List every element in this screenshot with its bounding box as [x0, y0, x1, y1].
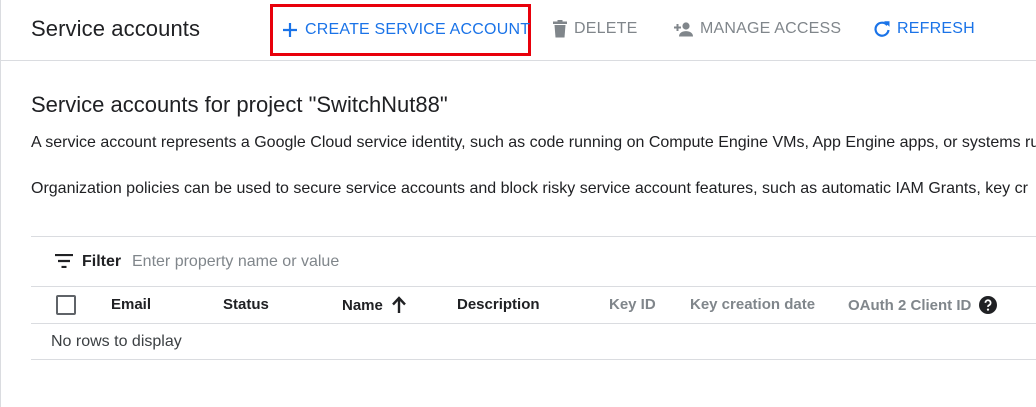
arrow-up-icon[interactable] — [391, 296, 407, 314]
filter-label: Filter — [82, 253, 122, 270]
refresh-button-label: REFRESH — [897, 19, 975, 37]
section-title: Service accounts for project "SwitchNut8… — [31, 92, 448, 117]
left-border — [0, 0, 1, 407]
refresh-icon — [873, 20, 891, 38]
manage-access-label: MANAGE ACCESS — [700, 19, 842, 37]
column-header-status[interactable]: Status — [223, 296, 269, 313]
delete-button-label: DELETE — [574, 19, 638, 37]
page-title: Service accounts — [31, 16, 201, 41]
column-header-name[interactable]: Name — [342, 296, 407, 314]
empty-state-row: No rows to display — [31, 324, 1036, 360]
column-header-email[interactable]: Email — [111, 296, 151, 313]
plus-icon — [281, 21, 299, 39]
column-header-oauth-client-id: OAuth 2 Client ID — [848, 296, 998, 314]
help-icon[interactable] — [979, 296, 998, 314]
column-header-oauth-label: OAuth 2 Client ID — [848, 296, 972, 314]
filter-icon[interactable] — [55, 253, 73, 273]
delete-button[interactable]: DELETE — [552, 0, 637, 57]
description-service-account: A service account represents a Google Cl… — [31, 134, 1036, 151]
service-accounts-page: Service accounts CREATE SERVICE ACCOUNT … — [0, 0, 1036, 407]
trash-icon — [552, 19, 568, 38]
select-all-checkbox[interactable] — [56, 295, 76, 315]
column-header-name-label: Name — [342, 296, 383, 314]
page-header: Service accounts CREATE SERVICE ACCOUNT … — [0, 0, 1036, 61]
table-header-row: Email Status Name Description Key ID Key… — [31, 287, 1036, 324]
filter-input[interactable] — [132, 247, 732, 277]
service-accounts-table: Filter Email Status Name Description Key… — [31, 236, 1036, 360]
person-add-icon — [674, 21, 694, 37]
column-header-key-id: Key ID — [609, 296, 656, 313]
description-org-policies: Organization policies can be used to sec… — [31, 180, 1028, 197]
filter-bar: Filter — [31, 237, 1036, 287]
create-service-account-button[interactable]: CREATE SERVICE ACCOUNT — [270, 4, 531, 56]
refresh-button[interactable]: REFRESH — [873, 0, 975, 57]
manage-access-button[interactable]: MANAGE ACCESS — [674, 0, 841, 57]
column-header-description[interactable]: Description — [457, 296, 540, 313]
empty-state-text: No rows to display — [51, 333, 182, 350]
create-button-label: CREATE SERVICE ACCOUNT — [305, 21, 531, 38]
column-header-key-creation-date: Key creation date — [690, 296, 816, 313]
